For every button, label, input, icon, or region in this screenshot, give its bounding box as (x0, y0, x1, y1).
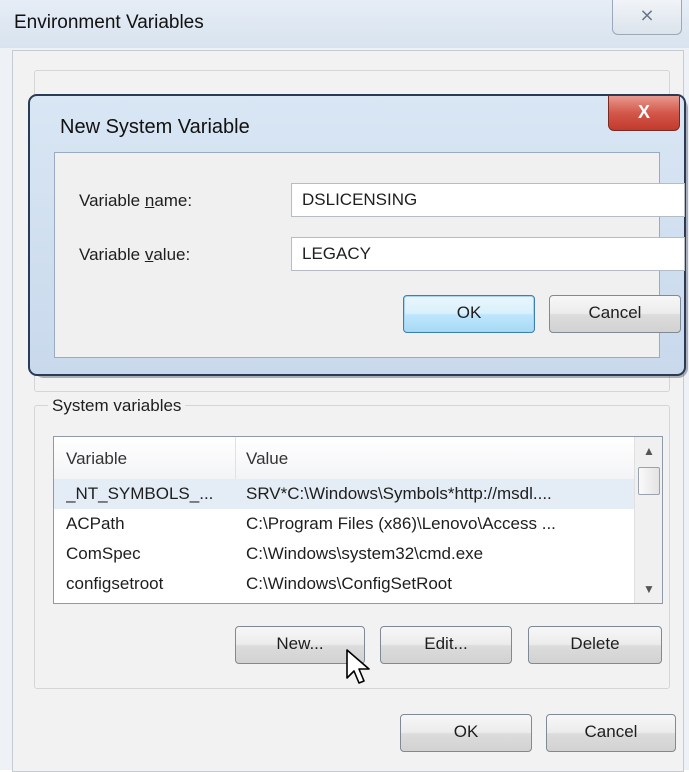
title-bar: Environment Variables (0, 0, 689, 48)
value-cell: C:\Program Files (x86)\Lenovo\Access ... (246, 514, 556, 533)
value-cell: SRV*C:\Windows\Symbols*http://msdl.... (246, 484, 552, 503)
variable-cell: configsetroot (66, 574, 164, 593)
table-row[interactable]: _NT_SYMBOLS_... SRV*C:\Windows\Symbols*h… (54, 479, 634, 509)
cancel-button[interactable]: Cancel (546, 714, 676, 752)
delete-button[interactable]: Delete (528, 626, 662, 664)
table-row[interactable]: ComSpec C:\Windows\system32\cmd.exe (54, 539, 634, 569)
new-system-variable-dialog: New System Variable X Variable name: Var… (28, 94, 686, 376)
ok-button[interactable]: OK (400, 714, 532, 752)
system-variables-label: System variables (48, 396, 186, 416)
value-cell: C:\Windows\system32\cmd.exe (246, 544, 484, 563)
vertical-scrollbar[interactable]: ▲ ▼ (634, 437, 662, 603)
column-header-variable[interactable]: Variable (66, 449, 127, 469)
scroll-thumb[interactable] (638, 467, 660, 495)
variable-value-label: Variable value: (79, 245, 191, 264)
edit-button[interactable]: Edit... (380, 626, 512, 664)
dialog-content: Variable name: Variable value: OK Cancel (54, 152, 685, 358)
variable-name-label: Variable name: (79, 191, 193, 210)
mouse-pointer-icon (346, 649, 370, 684)
variable-name-input[interactable] (291, 183, 685, 217)
list-header: Variable Value (54, 437, 634, 480)
table-row[interactable]: configsetroot C:\Windows\ConfigSetRoot (54, 569, 634, 599)
dialog-cancel-button[interactable]: Cancel (549, 295, 681, 333)
close-icon[interactable]: X (608, 96, 680, 131)
dialog-title: New System Variable (60, 116, 250, 138)
column-divider[interactable] (235, 437, 236, 479)
variable-value-input[interactable] (291, 237, 685, 271)
window-title: Environment Variables (14, 12, 204, 33)
value-cell: C:\Windows\ConfigSetRoot (246, 574, 452, 593)
system-variables-list[interactable]: Variable Value _NT_SYMBOLS_... SRV*C:\Wi… (53, 436, 663, 604)
column-header-value[interactable]: Value (246, 449, 288, 469)
scroll-down-icon[interactable]: ▼ (635, 575, 662, 603)
variable-cell: _NT_SYMBOLS_... (66, 484, 214, 503)
dialog-ok-button[interactable]: OK (403, 295, 535, 333)
table-row[interactable]: ACPath C:\Program Files (x86)\Lenovo\Acc… (54, 509, 634, 539)
scroll-up-icon[interactable]: ▲ (635, 437, 662, 465)
close-icon[interactable]: ⨯ (612, 0, 682, 35)
variable-cell: ComSpec (66, 544, 141, 563)
variable-cell: ACPath (66, 514, 125, 533)
